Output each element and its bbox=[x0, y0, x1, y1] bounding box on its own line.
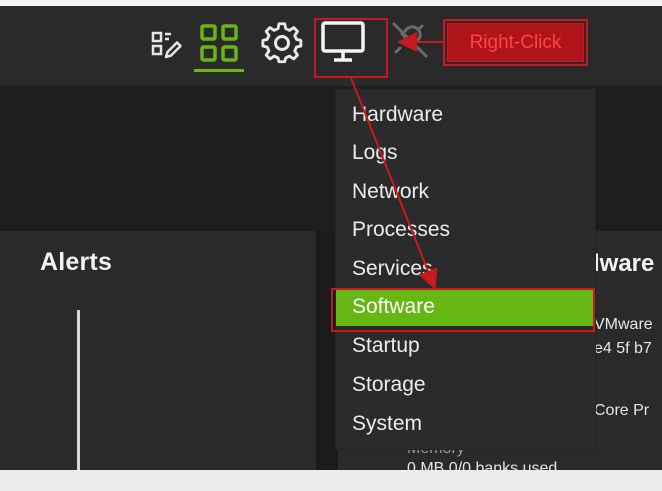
bottom-strip bbox=[0, 470, 662, 491]
menu-item-startup[interactable]: Startup bbox=[336, 327, 595, 365]
gear-icon-svg bbox=[261, 22, 303, 64]
menu-item-logs[interactable]: Logs bbox=[336, 134, 595, 172]
edit-layout-icon[interactable] bbox=[148, 27, 186, 65]
menu-item-system[interactable]: System bbox=[336, 405, 595, 443]
menu-item-hardware[interactable]: Hardware bbox=[336, 96, 595, 134]
right-click-callout: Right-Click bbox=[443, 19, 588, 66]
hardware-line-1: VMware bbox=[594, 316, 653, 333]
dashboard-grid-icon[interactable] bbox=[195, 20, 243, 68]
app-window: Alerts lware VMware e4 5f b7 Core Pr Mem… bbox=[0, 0, 662, 491]
dashboard-grid-icon-svg bbox=[200, 24, 238, 62]
unplug-icon[interactable] bbox=[388, 18, 432, 62]
menu-item-processes[interactable]: Processes bbox=[336, 211, 595, 249]
monitor-highlight-box bbox=[314, 18, 388, 78]
unplug-icon-svg bbox=[392, 22, 428, 58]
alerts-title: Alerts bbox=[40, 248, 113, 276]
menu-item-software[interactable]: Software bbox=[336, 288, 595, 326]
menu-item-network[interactable]: Network bbox=[336, 173, 595, 211]
context-menu: Hardware Logs Network Processes Services… bbox=[336, 89, 595, 449]
hardware-line-3: Core Pr bbox=[594, 402, 650, 419]
gear-icon[interactable] bbox=[259, 20, 305, 66]
hardware-card-title: lware bbox=[593, 250, 655, 277]
edit-layout-icon-svg bbox=[151, 31, 182, 59]
menu-item-storage[interactable]: Storage bbox=[336, 366, 595, 404]
right-click-callout-label: Right-Click bbox=[447, 23, 584, 62]
hardware-line-2: e4 5f b7 bbox=[594, 340, 652, 357]
active-tab-underline bbox=[194, 69, 244, 72]
menu-item-services[interactable]: Services bbox=[336, 250, 595, 288]
alerts-divider-line bbox=[77, 310, 80, 470]
